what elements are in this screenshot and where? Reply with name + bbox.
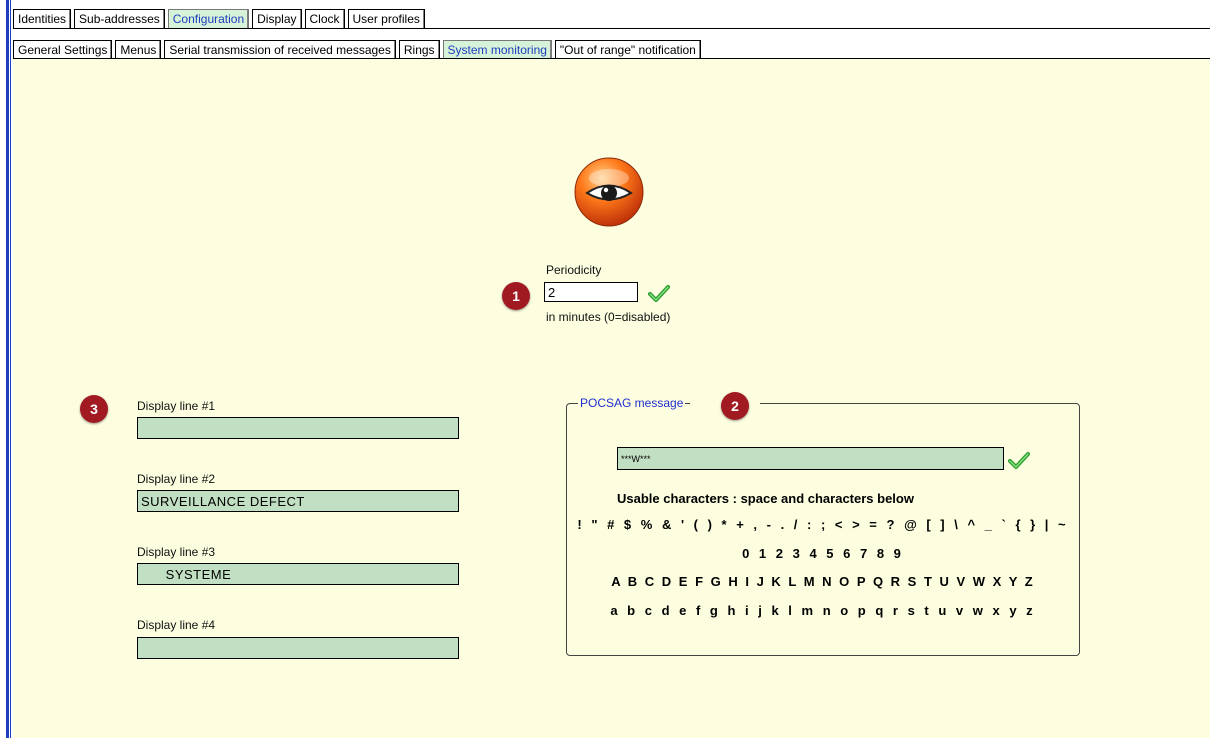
periodicity-check-icon[interactable] — [648, 284, 670, 302]
periodicity-input[interactable] — [544, 282, 638, 302]
tab-general-settings[interactable]: General Settings — [13, 40, 113, 59]
display-line-4-label: Display line #4 — [137, 618, 216, 632]
periodicity-hint: in minutes (0=disabled) — [546, 310, 671, 324]
window-frame-left-inner — [10, 0, 11, 738]
display-line-2-label: Display line #2 — [137, 472, 216, 486]
pocsag-message-input[interactable] — [617, 447, 1004, 470]
tab-user-profiles[interactable]: User profiles — [347, 9, 425, 28]
eye-icon — [574, 157, 644, 227]
callout-badge-1: 1 — [502, 282, 530, 310]
tab-configuration[interactable]: Configuration — [167, 9, 250, 28]
callout-badge-3: 3 — [80, 395, 108, 423]
callout-badge-2: 2 — [721, 392, 749, 420]
tab-clock[interactable]: Clock — [304, 9, 345, 28]
tab-identities[interactable]: Identities — [13, 9, 72, 28]
usable-characters-uppercase: A B C D E F G H I J K L M N O P Q R S T … — [611, 574, 1035, 589]
main-tabbar-divider — [13, 28, 1210, 29]
usable-characters-digits: 0 1 2 3 4 5 6 7 8 9 — [742, 546, 904, 561]
display-line-1-input[interactable] — [137, 417, 459, 439]
usable-characters-lowercase: a b c d e f g h i j k l m n o p q r s t … — [610, 603, 1036, 618]
tab-rings[interactable]: Rings — [398, 40, 440, 59]
window-frame-left — [6, 0, 9, 738]
tab-sub-addresses[interactable]: Sub-addresses — [74, 9, 165, 28]
tab-serial-transmission[interactable]: Serial transmission of received messages — [164, 40, 396, 59]
periodicity-label: Periodicity — [546, 263, 602, 277]
display-line-1-label: Display line #1 — [137, 399, 216, 413]
usable-characters-title: Usable characters : space and characters… — [617, 491, 914, 506]
tab-system-monitoring[interactable]: System monitoring — [442, 40, 552, 59]
usable-characters-symbols: ! " # $ % & ' ( ) * + , - . / : ; < > = … — [577, 517, 1069, 532]
main-tabbar: Identities Sub-addresses Configuration D… — [13, 8, 428, 28]
display-line-2-input[interactable] — [137, 490, 459, 512]
display-line-3-input[interactable] — [137, 563, 459, 585]
tab-display[interactable]: Display — [252, 9, 302, 28]
tab-out-of-range-notification[interactable]: "Out of range" notification — [554, 40, 701, 59]
tab-menus[interactable]: Menus — [115, 40, 162, 59]
display-line-3-label: Display line #3 — [137, 545, 216, 559]
display-line-4-input[interactable] — [137, 637, 459, 659]
pocsag-groupbox-title: POCSAG message — [578, 396, 686, 410]
pocsag-check-icon[interactable] — [1008, 451, 1030, 469]
config-subtabbar: General Settings Menus Serial transmissi… — [13, 39, 704, 59]
